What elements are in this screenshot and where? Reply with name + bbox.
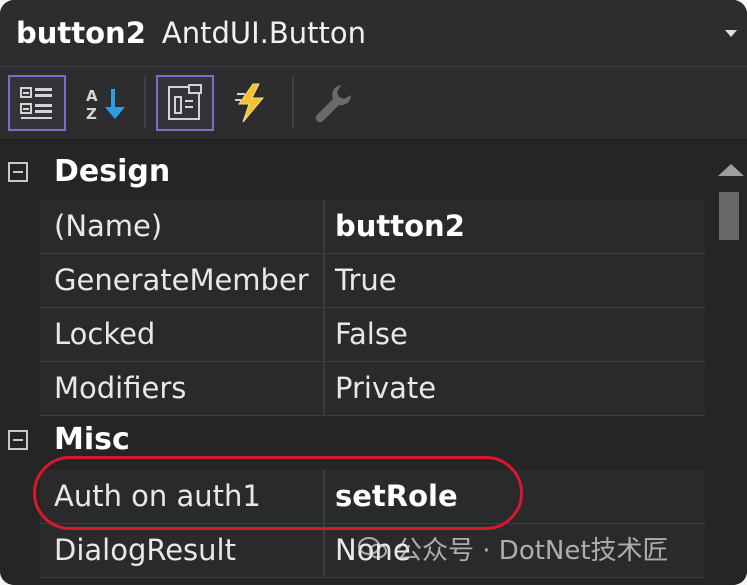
category-design[interactable]: Design: [0, 146, 705, 200]
property-value[interactable]: Private: [335, 362, 436, 415]
collapse-icon[interactable]: [8, 430, 28, 450]
property-value[interactable]: True: [335, 254, 397, 307]
object-name: button2: [16, 16, 146, 50]
svg-text:A: A: [86, 87, 98, 105]
properties-window: button2 AntdUI.Button A Z Design (Name) …: [0, 0, 747, 585]
object-type: AntdUI.Button: [161, 16, 367, 50]
alphabetical-sort-icon: A Z: [86, 87, 125, 123]
toolbar-separator: [292, 77, 294, 129]
wechat-logo-icon: [358, 537, 387, 559]
collapse-icon[interactable]: [8, 162, 28, 182]
column-divider[interactable]: [323, 254, 325, 307]
column-divider[interactable]: [323, 524, 325, 577]
property-name: Locked: [54, 317, 156, 351]
toolbar-separator: [144, 77, 146, 129]
events-button[interactable]: [222, 75, 280, 131]
property-name: (Name): [54, 209, 163, 243]
vertical-scrollbar[interactable]: [709, 140, 747, 585]
property-name: DialogResult: [54, 533, 236, 567]
events-lightning-icon: [235, 83, 265, 123]
category-misc[interactable]: Misc: [0, 416, 705, 470]
property-pages-button[interactable]: [304, 75, 362, 131]
property-row-modifiers[interactable]: Modifiers Private: [40, 362, 705, 416]
svg-text:Z: Z: [86, 105, 97, 123]
column-divider[interactable]: [323, 308, 325, 361]
watermark: 公众号 · DotNet技术匠: [358, 528, 669, 568]
property-name: Modifiers: [54, 371, 187, 405]
property-value[interactable]: button2: [335, 200, 465, 253]
property-pages-wrench-icon: [315, 85, 352, 123]
properties-button[interactable]: [156, 75, 214, 131]
column-divider[interactable]: [323, 470, 325, 523]
category-label: Design: [54, 154, 171, 189]
column-divider[interactable]: [323, 200, 325, 253]
watermark-text: 公众号 · DotNet技术匠: [396, 535, 669, 566]
alphabetical-button[interactable]: A Z: [76, 75, 134, 131]
property-value[interactable]: False: [335, 308, 408, 361]
categorized-button[interactable]: [8, 75, 66, 131]
property-row-generatemember[interactable]: GenerateMember True: [40, 254, 705, 308]
property-row-auth[interactable]: Auth on auth1 setRole: [40, 470, 705, 524]
property-value[interactable]: setRole: [335, 470, 458, 523]
object-selector[interactable]: button2 AntdUI.Button: [0, 0, 747, 67]
property-row-locked[interactable]: Locked False: [40, 308, 705, 362]
property-name: Auth on auth1: [54, 479, 261, 513]
column-divider[interactable]: [323, 362, 325, 415]
scroll-thumb[interactable]: [719, 192, 739, 240]
property-name: GenerateMember: [54, 263, 309, 297]
scroll-up-icon[interactable]: [718, 164, 744, 176]
categorized-icon: [20, 87, 52, 119]
chevron-down-icon[interactable]: [725, 30, 737, 37]
property-grid: Design (Name) button2 GenerateMember Tru…: [0, 140, 747, 585]
properties-toolbar: A Z: [0, 67, 747, 140]
properties-icon: [168, 84, 202, 120]
property-row-name[interactable]: (Name) button2: [40, 200, 705, 254]
category-label: Misc: [54, 422, 130, 457]
